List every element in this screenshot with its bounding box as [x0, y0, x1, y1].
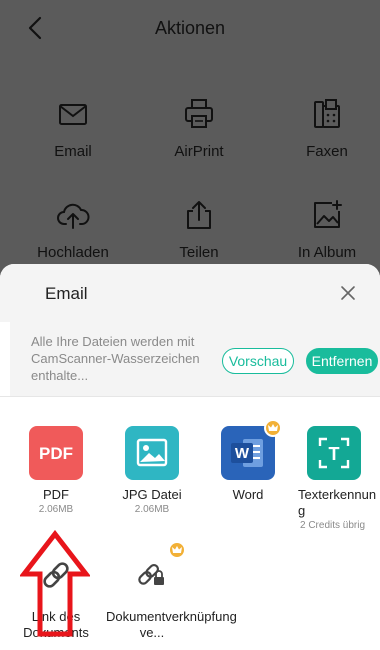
action-label: Hochladen: [37, 244, 109, 261]
fax-icon: [314, 99, 340, 128]
option-credits: 2 Credits übrig: [300, 520, 366, 531]
sheet-title: Email: [45, 284, 88, 303]
preview-button[interactable]: Vorschau: [222, 348, 294, 374]
option-name: Dokumentverknüpfung ve...: [106, 609, 237, 640]
action-label: In Album: [297, 244, 357, 261]
option-document-share-link[interactable]: Dokumentverknüpfung ve...: [106, 541, 237, 641]
ocr-icon: T: [307, 426, 361, 480]
share-icon: [187, 201, 211, 229]
action-email[interactable]: Email: [13, 97, 133, 160]
pdf-icon: PDF: [29, 426, 83, 480]
option-pdf[interactable]: PDF PDF 2.06MB: [10, 426, 102, 516]
action-label: Email: [54, 143, 92, 160]
option-word[interactable]: W Word: [202, 419, 294, 503]
album-icon: [314, 200, 342, 228]
option-size: 2.06MB: [134, 504, 170, 515]
image-icon: [125, 426, 179, 480]
header: Aktionen: [0, 0, 380, 56]
action-label: Teilen: [179, 244, 219, 261]
action-share[interactable]: Teilen: [139, 198, 259, 261]
action-upload[interactable]: Hochladen: [13, 198, 133, 261]
option-size: 2.06MB: [38, 504, 74, 515]
pdf-glyph: PDF: [39, 444, 73, 463]
option-ocr[interactable]: T Texterkennung 2 Credits übrig: [288, 426, 380, 532]
page-title: Aktionen: [154, 18, 226, 38]
image-glyph: [136, 438, 168, 467]
word-tile-text: W: [235, 445, 250, 462]
premium-crown-icon: [168, 541, 186, 559]
pdf-tile-text: PDF: [39, 444, 73, 463]
divider: [0, 396, 380, 397]
notice-text: Alle Ihre Dateien werden mit CamScanner-…: [31, 334, 200, 383]
mail-icon: [59, 104, 87, 125]
option-name: Word: [232, 487, 264, 502]
ocr-tile-text: T: [329, 444, 340, 464]
cloud-upload-icon: [57, 203, 90, 229]
option-name: JPG Datei: [122, 487, 182, 502]
word-icon: W: [221, 419, 282, 480]
option-name: Texterkennung: [298, 487, 377, 518]
action-fax[interactable]: Faxen: [267, 97, 380, 160]
close-icon[interactable]: [338, 283, 358, 303]
sheet-header: Email: [0, 264, 380, 322]
action-label: AirPrint: [174, 143, 224, 160]
printer-icon: [185, 99, 213, 128]
option-name: PDF: [43, 487, 69, 502]
premium-crown-icon: [264, 419, 282, 437]
remove-watermark-button[interactable]: Entfernen: [306, 348, 378, 374]
option-jpg[interactable]: JPG Datei 2.06MB: [106, 426, 198, 516]
red-arrow-annotation: [20, 530, 90, 637]
locked-link-icon: [125, 541, 186, 602]
action-album[interactable]: In Album: [267, 198, 380, 261]
action-airprint[interactable]: AirPrint: [139, 97, 259, 160]
ocr-glyph: T: [318, 437, 350, 469]
action-label: Faxen: [306, 143, 348, 160]
